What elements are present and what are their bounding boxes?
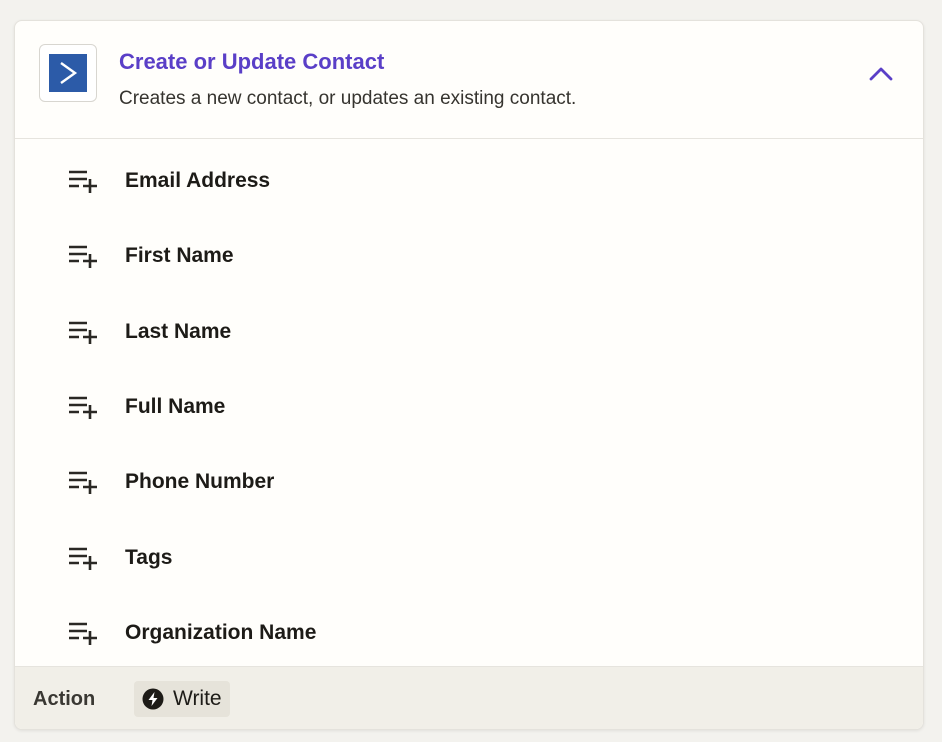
- list-add-icon: [67, 168, 99, 194]
- field-row-tags[interactable]: Tags: [15, 533, 923, 583]
- field-row-full-name[interactable]: Full Name: [15, 382, 923, 432]
- field-label: Last Name: [125, 320, 232, 343]
- chevron-up-icon: [869, 67, 893, 81]
- field-label: Full Name: [125, 395, 226, 418]
- list-add-icon: [67, 319, 99, 345]
- list-add-icon: [67, 243, 99, 269]
- action-title: Create or Update Contact: [119, 49, 385, 74]
- action-type-label: Action: [33, 688, 96, 710]
- action-description: Creates a new contact, or updates an exi…: [119, 88, 577, 109]
- activecampaign-logo-icon: [49, 54, 87, 92]
- field-row-email-address[interactable]: Email Address: [15, 156, 923, 206]
- field-label: Email Address: [125, 169, 271, 192]
- field-label: First Name: [125, 244, 234, 267]
- app-logo: [39, 44, 97, 102]
- write-badge-label: Write: [173, 687, 222, 710]
- write-badge: Write: [134, 681, 230, 717]
- collapse-button[interactable]: [863, 59, 899, 89]
- field-label: Organization Name: [125, 621, 317, 644]
- list-add-icon: [67, 545, 99, 571]
- action-card: Create or Update Contact Creates a new c…: [14, 20, 924, 730]
- bolt-icon: [142, 688, 164, 710]
- field-row-phone-number[interactable]: Phone Number: [15, 457, 923, 507]
- field-row-last-name[interactable]: Last Name: [15, 307, 923, 357]
- field-row-organization-name[interactable]: Organization Name: [15, 608, 923, 658]
- list-add-icon: [67, 620, 99, 646]
- card-header: Create or Update Contact Creates a new c…: [15, 21, 923, 139]
- field-row-first-name[interactable]: First Name: [15, 231, 923, 281]
- list-add-icon: [67, 469, 99, 495]
- list-add-icon: [67, 394, 99, 420]
- field-label: Tags: [125, 546, 173, 569]
- field-label: Phone Number: [125, 470, 275, 493]
- card-footer: Action Write: [15, 666, 923, 729]
